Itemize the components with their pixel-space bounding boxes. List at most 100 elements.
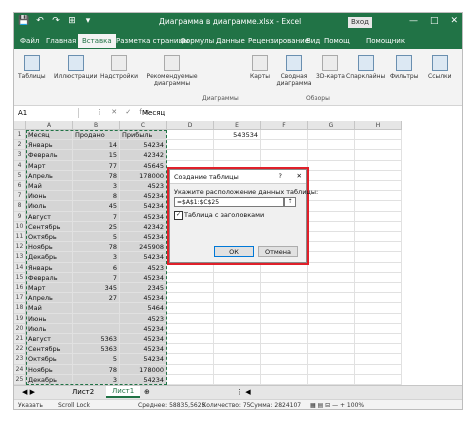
cell-g[interactable] [308,364,355,375]
cell-d[interactable] [167,323,214,334]
maps-button[interactable]: Карты [250,55,270,80]
cell-b[interactable] [73,323,120,334]
name-box[interactable]: A1 [18,108,79,118]
cell-g[interactable] [308,323,355,334]
row-header[interactable]: 1 [14,130,26,141]
cell-b[interactable]: 7 [73,211,120,222]
cell-a[interactable]: Декабрь [26,374,73,385]
cell-f[interactable] [261,272,308,283]
cell-c[interactable]: 54234 [120,354,167,365]
cell-f[interactable] [261,283,308,294]
cell-d[interactable] [167,334,214,345]
row-header[interactable]: 5 [14,170,26,181]
cell-e[interactable]: 543534 [214,130,261,141]
cell-h[interactable] [355,201,402,212]
cell-h[interactable] [355,262,402,273]
cell-a[interactable]: Июнь [26,313,73,324]
column-header-e[interactable]: E [214,121,261,130]
addins-button[interactable]: Надстройки [100,55,138,80]
tab-assistant[interactable]: Помощник [366,37,405,45]
recommended-charts-button[interactable]: Рекомендуемые диаграммы [142,55,202,87]
links-button[interactable]: Ссылки [428,55,452,80]
cell-b[interactable] [73,303,120,314]
maximize-icon[interactable]: □ [430,16,439,26]
cell-e[interactable] [214,313,261,324]
cell-a[interactable]: Май [26,303,73,314]
column-header-a[interactable]: A [26,121,73,130]
cell-b[interactable]: 78 [73,242,120,253]
cell-g[interactable] [308,252,355,263]
row-header[interactable]: 24 [14,364,26,375]
cell-h[interactable] [355,252,402,263]
cell-f[interactable] [261,323,308,334]
cell-b[interactable]: 77 [73,160,120,171]
cell-c[interactable]: 45234 [120,293,167,304]
cell-h[interactable] [355,313,402,324]
cell-c[interactable]: 54234 [120,374,167,385]
tab-data[interactable]: Данные [216,37,245,45]
row-header[interactable]: 15 [14,272,26,283]
tab-view[interactable]: Вид [306,37,320,45]
cell-f[interactable] [261,344,308,355]
cell-c[interactable]: 45234 [120,232,167,243]
cell-b[interactable]: 3 [73,252,120,263]
row-header[interactable]: 21 [14,334,26,345]
cell-b[interactable]: 15 [73,150,120,161]
cell-b[interactable]: 27 [73,293,120,304]
cell-d[interactable] [167,272,214,283]
cell-g[interactable] [308,354,355,365]
cell-g[interactable] [308,170,355,181]
cell-h[interactable] [355,323,402,334]
cell-e[interactable] [214,283,261,294]
cell-e[interactable] [214,323,261,334]
row-header[interactable]: 22 [14,344,26,355]
cell-h[interactable] [355,150,402,161]
dialog-close-icon[interactable]: ✕ [297,172,302,180]
cell-c[interactable]: 178000 [120,170,167,181]
cell-c[interactable]: 45234 [120,344,167,355]
cell-h[interactable] [355,364,402,375]
sheet-tab-list1[interactable]: Лист1 [106,386,141,398]
cell-f[interactable] [261,334,308,345]
cell-c[interactable]: 45234 [120,191,167,202]
cell-b[interactable]: 3 [73,374,120,385]
cell-e[interactable] [214,262,261,273]
cell-a[interactable]: Декабрь [26,252,73,263]
cell-a[interactable]: Май [26,181,73,192]
cell-c[interactable]: 45645 [120,160,167,171]
cell-g[interactable] [308,140,355,151]
cell-c[interactable]: 45234 [120,272,167,283]
cell-c[interactable]: 4523 [120,181,167,192]
cell-f[interactable] [261,130,308,141]
cell-f[interactable] [261,293,308,304]
cell-a[interactable]: Август [26,334,73,345]
cell-d[interactable] [167,354,214,365]
row-header[interactable]: 25 [14,374,26,385]
cell-b[interactable]: Продано [73,130,120,141]
cell-b[interactable]: 7 [73,272,120,283]
cell-b[interactable]: 45 [73,201,120,212]
cell-a[interactable]: Октябрь [26,354,73,365]
column-header-b[interactable]: B [73,121,120,130]
cell-f[interactable] [261,262,308,273]
cell-b[interactable]: 345 [73,283,120,294]
collapse-range-icon[interactable]: ⇡ [284,197,296,207]
cell-b[interactable]: 14 [73,140,120,151]
cell-d[interactable] [167,364,214,375]
pivot-chart-button[interactable]: Сводная диаграмма [274,55,314,87]
cell-h[interactable] [355,211,402,222]
signin-button[interactable]: Вход [348,17,372,28]
cell-g[interactable] [308,130,355,141]
cell-d[interactable] [167,262,214,273]
cell-f[interactable] [261,140,308,151]
cell-e[interactable] [214,354,261,365]
cell-d[interactable] [167,140,214,151]
column-header-h[interactable]: H [355,121,402,130]
row-header[interactable]: 2 [14,140,26,151]
tab-insert[interactable]: Вставка [78,34,116,48]
cell-f[interactable] [261,374,308,385]
cell-g[interactable] [308,211,355,222]
cell-b[interactable]: 78 [73,364,120,375]
cell-b[interactable]: 5363 [73,334,120,345]
cell-a[interactable]: Март [26,283,73,294]
